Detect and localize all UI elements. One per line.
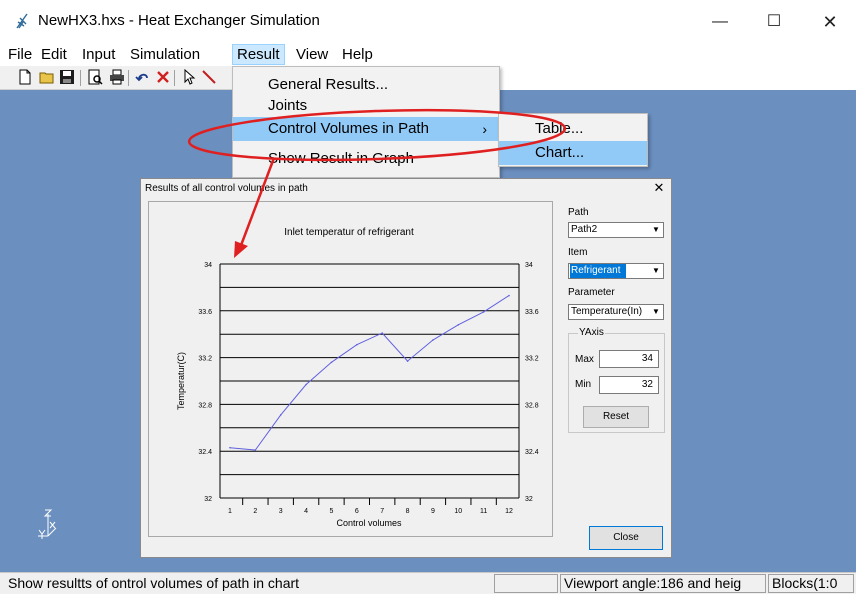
status-bar: Show resultts of ontrol volumes of path … bbox=[0, 572, 856, 594]
status-blocks: Blocks(1:0 bbox=[768, 574, 854, 593]
annotation-arrow-line bbox=[238, 157, 276, 249]
annotation-ellipse bbox=[187, 108, 567, 162]
status-message: Show resultts of ontrol volumes of path … bbox=[8, 575, 300, 591]
annotation-arrow-head bbox=[234, 241, 248, 258]
status-cell-empty bbox=[494, 574, 558, 593]
status-viewport: Viewport angle:186 and heig bbox=[560, 574, 766, 593]
annotation-overlay bbox=[187, 108, 567, 258]
